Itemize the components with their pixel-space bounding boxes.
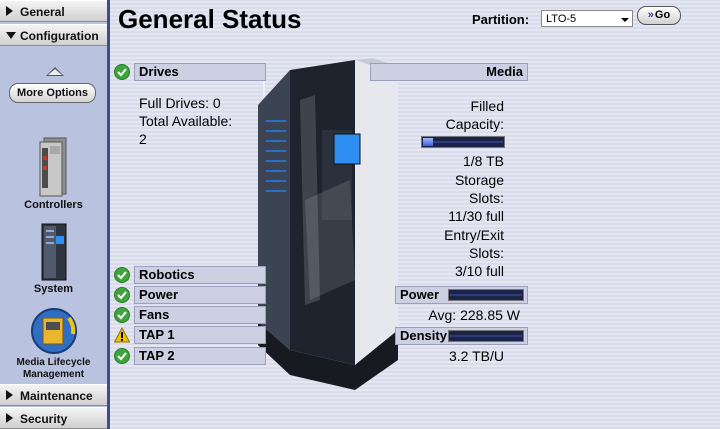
media-lifecycle-icon (30, 308, 77, 354)
tap1-label: TAP 1 (134, 326, 266, 344)
warning-triangle-icon (114, 327, 130, 343)
nav-maintenance[interactable]: Maintenance (0, 384, 107, 406)
total-available-value: 2 (139, 131, 147, 147)
nav-security-label: Security (20, 412, 68, 426)
storage-slots-label-1: Storage (454, 172, 504, 188)
nav-configuration-label: Configuration (20, 29, 99, 43)
full-drives-text: Full Drives: 0 (139, 95, 221, 111)
ok-check-icon (114, 267, 130, 283)
ok-check-icon (114, 307, 130, 323)
fans-label: Fans (134, 306, 266, 324)
scroll-up-icon[interactable] (46, 67, 64, 76)
bar-track (423, 141, 503, 143)
tap2-label: TAP 2 (134, 347, 266, 365)
filled-capacity-value: 1/8 TB (463, 153, 504, 169)
sidebar-item-system[interactable]: System (0, 222, 107, 295)
entry-exit-label-2: Slots: (468, 245, 504, 261)
nav-general[interactable]: General (0, 0, 107, 22)
sidebar-item-media-lifecycle[interactable]: Media Lifecycle Management (0, 306, 107, 381)
density-meter-label: Density (400, 328, 447, 343)
chevron-right-icon (6, 6, 13, 16)
drives-label: Drives (134, 63, 266, 81)
power-meter-label: Power (400, 287, 440, 302)
filled-capacity-label-2: Capacity: (445, 116, 504, 132)
density-value: 3.2 TB/U (449, 348, 504, 364)
storage-slots-label-2: Slots: (468, 190, 504, 206)
sidebar-item-label: Controllers (24, 199, 83, 211)
chevron-down-icon (6, 32, 16, 39)
power-bar (448, 289, 524, 301)
nav-maintenance-label: Maintenance (20, 389, 93, 403)
ok-check-icon (114, 348, 130, 364)
density-bar (448, 330, 524, 342)
sidebar: General Configuration More Options Contr… (0, 0, 110, 429)
nav-general-label: General (20, 5, 65, 19)
media-label: Media (370, 63, 528, 81)
ok-check-icon (114, 287, 130, 303)
entry-exit-value: 3/10 full (454, 263, 504, 279)
robotics-label: Robotics (134, 266, 266, 284)
ok-check-icon (114, 64, 130, 80)
entry-exit-label-1: Entry/Exit (444, 227, 504, 243)
filled-capacity-bar (421, 136, 505, 148)
bar-track (450, 335, 522, 337)
system-icon (41, 223, 66, 281)
nav-configuration[interactable]: Configuration (0, 24, 107, 46)
bar-track (450, 294, 522, 296)
chevron-right-icon (6, 413, 13, 423)
nav-security[interactable]: Security (0, 407, 107, 429)
main-panel: General Status Partition: LTO-5 »Go Driv… (110, 0, 720, 429)
filled-capacity-label-1: Filled (470, 98, 504, 114)
controllers-icon (39, 137, 66, 197)
more-options-button[interactable]: More Options (9, 83, 96, 103)
chevron-right-icon (6, 390, 13, 400)
sidebar-item-label: System (33, 283, 74, 295)
power-label: Power (134, 286, 266, 304)
power-avg-value: Avg: 228.85 W (428, 307, 520, 323)
sidebar-item-label: Media Lifecycle Management (16, 357, 91, 380)
sidebar-item-controllers[interactable]: Controllers (0, 136, 107, 211)
storage-slots-value: 11/30 full (448, 208, 504, 224)
filled-capacity-fill (423, 138, 434, 146)
total-available-label: Total Available: (139, 113, 233, 129)
